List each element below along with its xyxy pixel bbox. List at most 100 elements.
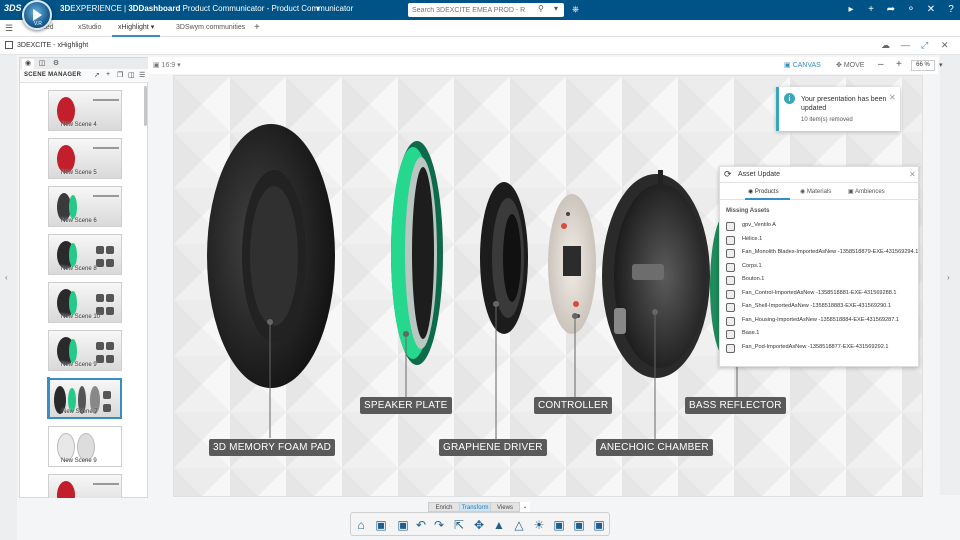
scene-thumbnail[interactable] (48, 474, 122, 498)
canvas-toggle[interactable]: ▣ CANVAS (784, 61, 821, 69)
asset-icon (726, 262, 735, 272)
asset-update-title: Asset Update (738, 171, 781, 178)
scene-thumbnail[interactable]: New Scene 5 (48, 138, 122, 179)
scene-thumbnail[interactable]: New Scene 9 (48, 330, 122, 371)
asset-icon (726, 235, 735, 245)
missing-asset-item[interactable]: Hélice.1 (726, 234, 916, 247)
scene-thumbnail[interactable]: New Scene 4 (48, 90, 122, 131)
callout-controller[interactable]: CONTROLLER (534, 397, 613, 414)
zoom-out-icon[interactable]: – (878, 59, 884, 70)
explode-icon[interactable]: ✥ (471, 517, 487, 533)
callout-graphene-driver[interactable]: GRAPHENE DRIVER (439, 439, 547, 456)
mode-transform[interactable]: Transform (459, 502, 491, 512)
close-icon[interactable]: ✕ (909, 170, 916, 179)
cube-icon[interactable]: ▣ (373, 517, 389, 533)
scene-list: New Scene 4 New Scene 5 New Scene 6 New Sce… (20, 84, 149, 498)
mode-views[interactable]: Views (490, 502, 520, 512)
flag-icon[interactable]: ▸ (844, 3, 858, 17)
axis-icon[interactable]: △ (511, 517, 527, 533)
save-icon[interactable]: ▣ (395, 517, 411, 533)
plus-icon[interactable]: + (864, 3, 878, 17)
layers-tab-icon[interactable]: ◫ (36, 59, 48, 69)
thumbnail-buttons (95, 341, 115, 367)
missing-asset-item[interactable]: Base.1 (726, 328, 916, 341)
missing-asset-item[interactable]: Fan_Shell-ImportedAsNew -1358518883-EXE-… (726, 301, 916, 314)
tab-ambiences[interactable]: ▣ Ambiences (848, 188, 885, 195)
help-icon[interactable]: ? (944, 3, 958, 17)
camera-tab-icon[interactable]: ◉ (22, 59, 34, 69)
expand-right-icon[interactable]: › (947, 273, 950, 282)
minimize-icon[interactable]: — (901, 40, 910, 50)
cloud-icon[interactable]: ☁ (881, 40, 890, 51)
chevron-down-icon[interactable]: ▾ (151, 24, 155, 31)
missing-asset-item[interactable]: gpv_Ventilo A (726, 220, 916, 233)
missing-asset-item[interactable]: Corps.1 (726, 261, 916, 274)
network-icon[interactable]: ⚬ (904, 3, 918, 17)
add-scene-icon[interactable]: + (106, 71, 110, 78)
share-icon[interactable]: ➦ (884, 3, 898, 17)
tab-products[interactable]: ◉ Products (748, 188, 779, 195)
tag-icon[interactable]: ⎈ (572, 4, 579, 15)
chevron-down-icon[interactable]: ▾ (316, 4, 320, 13)
collapse-icon[interactable]: ⤢ (921, 40, 928, 51)
tools-icon[interactable]: ✕ (924, 3, 938, 17)
tab-xhighlight[interactable]: xHighlight ▾ (112, 20, 161, 37)
zoom-in-icon[interactable]: + (896, 59, 902, 70)
undo-icon[interactable]: ↶ (413, 517, 429, 533)
missing-asset-name: Bouton.1 (742, 276, 765, 282)
search-dropdown-icon[interactable]: ▾ (554, 4, 558, 13)
file-icon[interactable]: ◫ (128, 71, 135, 79)
tab-materials[interactable]: ◉ Materials (800, 188, 831, 195)
scene-thumbnail[interactable]: New Scene 8 (48, 234, 122, 275)
controller-part (548, 194, 596, 334)
redo-icon[interactable]: ↷ (431, 517, 447, 533)
scrollbar[interactable] (144, 86, 147, 126)
missing-asset-item[interactable]: Bouton.1 (726, 274, 916, 287)
missing-asset-item[interactable]: Fan_Control-ImportedAsNew -1358518881-EX… (726, 288, 916, 301)
fit-icon[interactable]: ▣ (571, 517, 587, 533)
transform-icon[interactable]: ▣ (591, 517, 607, 533)
app-icon (5, 41, 13, 49)
scene-thumbnail[interactable]: New Scene 7 (48, 378, 122, 419)
callout-foam-pad[interactable]: 3D MEMORY FOAM PAD (209, 439, 336, 456)
aspect-ratio-selector[interactable]: ▣ 16:9 ▾ (153, 61, 181, 69)
top-bar: 3DS 3DEXPERIENCE | 3DDashboard Product C… (0, 0, 960, 20)
search-icon[interactable]: ⚲ (538, 4, 544, 13)
move-toggle[interactable]: ✥ MOVE (836, 61, 864, 69)
search-input[interactable] (408, 3, 526, 18)
home-icon[interactable]: ⌂ (353, 517, 369, 533)
callout-bass-reflector[interactable]: BASS REFLECTOR (685, 397, 786, 414)
measure-icon[interactable]: ▣ (551, 517, 567, 533)
missing-asset-name: Fan_Pod-ImportedAsNew -1358518877-EXE-43… (742, 343, 889, 350)
compass-button[interactable]: V.R (22, 0, 52, 30)
expand-left-icon[interactable]: ‹ (5, 273, 8, 282)
menu-icon[interactable]: ☰ (5, 23, 13, 34)
missing-asset-item[interactable]: Fan_Monolith Blades-ImportedAsNew -13585… (726, 247, 918, 260)
list-icon[interactable]: ☰ (139, 71, 145, 79)
close-icon[interactable]: ✕ (889, 93, 896, 102)
tab-1[interactable]: xStudio (72, 20, 107, 37)
callout-anechoic-chamber[interactable]: ANECHOIC CHAMBER (596, 439, 713, 456)
export-icon[interactable]: ⇱ (451, 517, 467, 533)
missing-asset-item[interactable]: Fan_Pod-ImportedAsNew -1358518877-EXE-43… (726, 342, 916, 355)
brand-logo: 3DS (4, 3, 22, 13)
zoom-dropdown-icon[interactable]: ▾ (939, 61, 943, 69)
scene-thumbnail[interactable]: New Scene 10 (48, 282, 122, 323)
close-icon[interactable]: ✕ (941, 40, 949, 51)
light-icon[interactable]: ☀ (531, 517, 547, 533)
settings-tab-icon[interactable]: ⚙ (50, 59, 62, 69)
duplicate-icon[interactable]: ❐ (117, 71, 123, 79)
part-icon[interactable]: ▲ (491, 517, 507, 533)
callout-speaker-plate[interactable]: SPEAKER PLATE (360, 397, 452, 414)
mode-enrich[interactable]: Enrich (428, 502, 460, 512)
add-tab-icon[interactable]: + (248, 20, 266, 37)
scene-thumbnail[interactable]: New Scene 6 (48, 186, 122, 227)
zoom-level[interactable]: 66 % (911, 60, 935, 71)
search-field[interactable]: ⚲ ▾ (408, 3, 564, 18)
pointer-icon[interactable]: ➚ (94, 71, 100, 79)
chevron-down-icon[interactable]: ⌄ (520, 502, 530, 512)
tab-3[interactable]: 3DSwym communities (170, 20, 251, 37)
scene-thumbnail[interactable]: New Scene 9 (48, 426, 122, 467)
missing-asset-item[interactable]: Fan_Housing-ImportedAsNew -1358518884-EX… (726, 315, 916, 328)
scene-label: New Scene 10 (61, 314, 101, 320)
